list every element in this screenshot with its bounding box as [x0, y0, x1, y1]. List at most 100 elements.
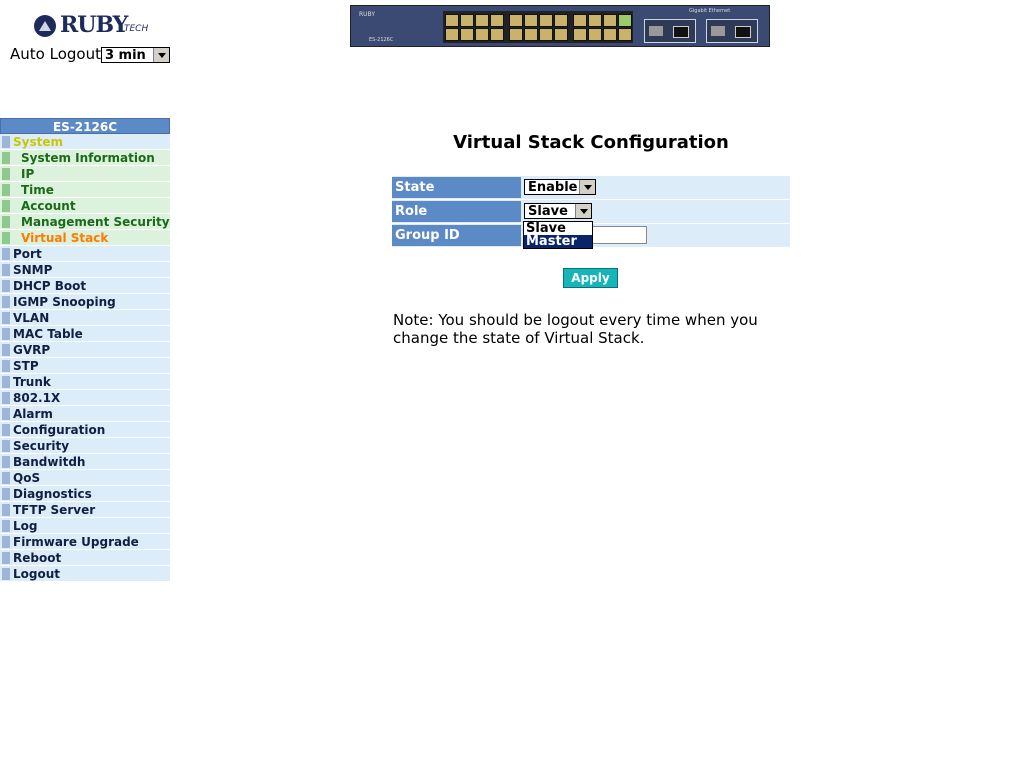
menu-bullet-icon [2, 296, 10, 308]
sidebar-item-system[interactable]: System [0, 134, 170, 150]
menu-bullet-icon [2, 200, 10, 212]
sidebar-item-system-information[interactable]: System Information [0, 150, 170, 166]
sidebar-item-gvrp[interactable]: GVRP [0, 342, 170, 358]
sidebar-item-stp[interactable]: STP [0, 358, 170, 374]
menu-bullet-icon [2, 472, 10, 484]
page-title: Virtual Stack Configuration [453, 132, 729, 153]
sidebar-item-time[interactable]: Time [0, 182, 170, 198]
sidebar-item-label: STP [13, 359, 39, 373]
sidebar-item-label: Virtual Stack [21, 231, 109, 245]
menu-bullet-icon [2, 136, 10, 148]
menu-bullet-icon [2, 536, 10, 548]
menu-bullet-icon [2, 216, 10, 228]
menu-bullet-icon [2, 376, 10, 388]
menu-bullet-icon [2, 504, 10, 516]
sidebar-item-tftp-server[interactable]: TFTP Server [0, 502, 170, 518]
role-value: Slave [528, 204, 568, 219]
sidebar-item-label: Port [13, 247, 42, 261]
sidebar-item-label: System [13, 135, 63, 149]
menu-bullet-icon [2, 184, 10, 196]
menu-bullet-icon [2, 392, 10, 404]
state-label: State [392, 177, 521, 198]
menu-bullet-icon [2, 520, 10, 532]
sidebar-item-diagnostics[interactable]: Diagnostics [0, 486, 170, 502]
sidebar-item-label: Bandwitdh [13, 455, 86, 469]
sidebar-item-label: Diagnostics [13, 487, 92, 501]
sidebar-item-label: 802.1X [13, 391, 61, 405]
sidebar-item-label: Trunk [13, 375, 51, 389]
apply-button[interactable]: Apply [563, 268, 618, 288]
sidebar-item-label: Account [21, 199, 76, 213]
sidebar-item-mac-table[interactable]: MAC Table [0, 326, 170, 342]
menu-bullet-icon [2, 312, 10, 324]
menu-bullet-icon [2, 248, 10, 260]
menu-bullet-icon [2, 360, 10, 372]
sidebar-item-802-1x[interactable]: 802.1X [0, 390, 170, 406]
sidebar-title: ES-2126C [0, 118, 170, 134]
menu-bullet-icon [2, 168, 10, 180]
sidebar-item-port[interactable]: Port [0, 246, 170, 262]
menu-bullet-icon [2, 344, 10, 356]
sidebar-item-label: Log [13, 519, 38, 533]
sidebar-item-label: System Information [21, 151, 155, 165]
sidebar-item-qos[interactable]: QoS [0, 470, 170, 486]
menu-bullet-icon [2, 328, 10, 340]
device-brand-text: RUBY [359, 11, 376, 18]
auto-logout-control: Auto Logout 3 min [10, 45, 170, 63]
sidebar-item-label: IP [21, 167, 35, 181]
sidebar-item-label: Logout [13, 567, 61, 581]
sidebar-item-account[interactable]: Account [0, 198, 170, 214]
sidebar-item-snmp[interactable]: SNMP [0, 262, 170, 278]
menu-bullet-icon [2, 488, 10, 500]
sidebar-item-trunk[interactable]: Trunk [0, 374, 170, 390]
menu-bullet-icon [2, 408, 10, 420]
note-text: Note: You should be logout every time wh… [393, 311, 758, 347]
sidebar-item-label: DHCP Boot [13, 279, 87, 293]
sidebar-item-label: VLAN [13, 311, 50, 325]
sidebar-item-igmp-snooping[interactable]: IGMP Snooping [0, 294, 170, 310]
chevron-down-icon[interactable] [579, 180, 595, 194]
switch-front-panel-image: RUBY ES-2126C Gigabit Ethernet [350, 5, 770, 47]
sidebar-item-label: Time [21, 183, 54, 197]
auto-logout-select[interactable]: 3 min [100, 46, 170, 63]
sidebar-item-dhcp-boot[interactable]: DHCP Boot [0, 278, 170, 294]
device-model-text: ES-2126C [369, 37, 394, 43]
chevron-down-icon[interactable] [575, 204, 591, 218]
sidebar-item-label: QoS [13, 471, 41, 485]
chevron-down-icon[interactable] [152, 47, 169, 62]
role-option-master[interactable]: Master [524, 235, 592, 248]
menu-bullet-icon [2, 424, 10, 436]
role-label: Role [392, 201, 521, 222]
role-select[interactable]: Slave [524, 203, 592, 219]
sidebar-item-log[interactable]: Log [0, 518, 170, 534]
sidebar-item-virtual-stack[interactable]: Virtual Stack [0, 230, 170, 246]
sidebar-item-ip[interactable]: IP [0, 166, 170, 182]
sidebar-item-vlan[interactable]: VLAN [0, 310, 170, 326]
state-row: State Enable [392, 176, 790, 200]
sidebar-item-bandwitdh[interactable]: Bandwitdh [0, 454, 170, 470]
sidebar-item-label: GVRP [13, 343, 51, 357]
sidebar-item-configuration[interactable]: Configuration [0, 422, 170, 438]
auto-logout-value: 3 min [104, 47, 146, 63]
role-dropdown-list: Slave Master [523, 221, 593, 249]
logo-text: RUBY [60, 12, 128, 38]
menu-bullet-icon [2, 440, 10, 452]
sidebar-item-label: Reboot [13, 551, 62, 565]
sidebar-item-reboot[interactable]: Reboot [0, 550, 170, 566]
state-select[interactable]: Enable [524, 179, 596, 195]
gigabit-ethernet-text: Gigabit Ethernet [689, 8, 731, 14]
group-id-input[interactable] [588, 226, 647, 244]
sidebar-item-label: Security [13, 439, 70, 453]
sidebar-item-logout[interactable]: Logout [0, 566, 170, 582]
sidebar-item-label: MAC Table [13, 327, 83, 341]
sidebar-items: System System Information IP Time Account Man… [0, 134, 170, 582]
menu-bullet-icon [2, 280, 10, 292]
sidebar-item-label: IGMP Snooping [13, 295, 116, 309]
sidebar-item-firmware-upgrade[interactable]: Firmware Upgrade [0, 534, 170, 550]
sidebar-item-security[interactable]: Security [0, 438, 170, 454]
sfp-port-icon [644, 19, 696, 43]
sidebar-item-label: Alarm [13, 407, 53, 421]
logo-subtext: TECH [124, 24, 149, 34]
sidebar-item-management-security[interactable]: Management Security [0, 214, 170, 230]
sidebar-item-alarm[interactable]: Alarm [0, 406, 170, 422]
